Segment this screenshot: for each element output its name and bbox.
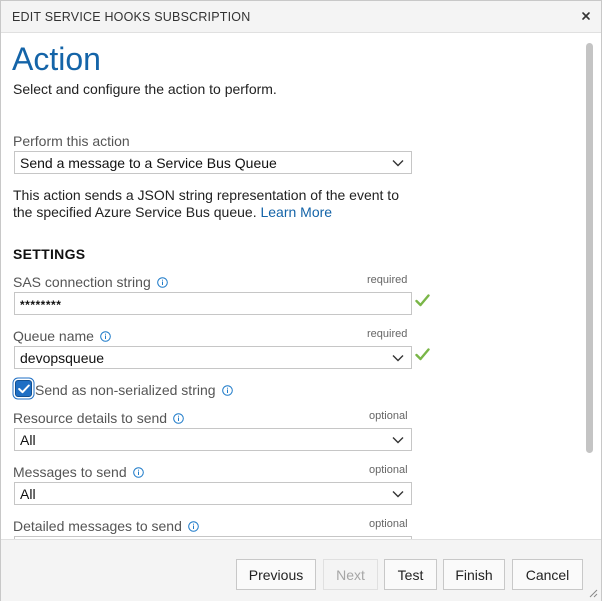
non-serialized-label: Send as non-serialized string bbox=[35, 382, 233, 398]
resource-details-label: Resource details to send bbox=[13, 410, 184, 426]
sas-label-text: SAS connection string bbox=[13, 274, 151, 290]
finish-button[interactable]: Finish bbox=[443, 559, 505, 590]
detailed-messages-label: Detailed messages to send bbox=[13, 518, 199, 534]
sas-requirement: required bbox=[367, 274, 408, 286]
detailed-messages-requirement: optional bbox=[369, 518, 408, 530]
dialog-title: EDIT SERVICE HOOKS SUBSCRIPTION bbox=[12, 10, 251, 24]
close-icon[interactable] bbox=[579, 9, 593, 23]
next-button[interactable]: Next bbox=[323, 559, 378, 590]
action-select-value: Send a message to a Service Bus Queue bbox=[20, 155, 277, 171]
valid-check-icon bbox=[415, 348, 430, 361]
sas-label: SAS connection string bbox=[13, 274, 168, 290]
learn-more-link[interactable]: Learn More bbox=[260, 204, 332, 220]
non-serialized-label-text: Send as non-serialized string bbox=[35, 382, 216, 398]
messages-requirement: optional bbox=[369, 464, 408, 476]
page-subtitle: Select and configure the action to perfo… bbox=[13, 81, 277, 97]
messages-label-text: Messages to send bbox=[13, 464, 127, 480]
info-icon[interactable] bbox=[188, 520, 199, 532]
info-icon[interactable] bbox=[221, 384, 233, 396]
queue-name-select[interactable]: devopsqueue bbox=[14, 346, 412, 369]
service-hooks-dialog: EDIT SERVICE HOOKS SUBSCRIPTION Action S… bbox=[0, 0, 602, 601]
test-button[interactable]: Test bbox=[384, 559, 437, 590]
action-select[interactable]: Send a message to a Service Bus Queue bbox=[14, 151, 412, 174]
cancel-button[interactable]: Cancel bbox=[512, 559, 583, 590]
info-icon[interactable] bbox=[173, 412, 184, 424]
action-description: This action sends a JSON string represen… bbox=[13, 187, 413, 221]
resource-details-value: All bbox=[20, 432, 36, 448]
content-scrollbar[interactable] bbox=[581, 34, 601, 539]
resource-details-select[interactable]: All bbox=[14, 428, 412, 451]
action-description-text: This action sends a JSON string represen… bbox=[13, 187, 399, 220]
valid-check-icon bbox=[415, 294, 430, 307]
messages-value: All bbox=[20, 486, 36, 502]
resize-grip-icon[interactable] bbox=[588, 588, 598, 598]
dialog-titlebar: EDIT SERVICE HOOKS SUBSCRIPTION bbox=[1, 1, 601, 33]
chevron-down-icon bbox=[392, 353, 404, 363]
dialog-footer: Previous Next Test Finish Cancel bbox=[1, 539, 601, 601]
messages-label: Messages to send bbox=[13, 464, 144, 480]
resource-details-requirement: optional bbox=[369, 410, 408, 422]
info-icon[interactable] bbox=[156, 276, 168, 288]
action-label: Perform this action bbox=[13, 133, 130, 149]
resource-details-label-text: Resource details to send bbox=[13, 410, 168, 426]
scrollbar-thumb[interactable] bbox=[586, 43, 593, 453]
page-title: Action bbox=[12, 41, 101, 77]
queue-label: Queue name bbox=[13, 328, 111, 344]
sas-connection-input[interactable]: ******** bbox=[14, 292, 412, 315]
info-icon[interactable] bbox=[100, 330, 111, 342]
chevron-down-icon bbox=[392, 489, 404, 499]
info-icon[interactable] bbox=[132, 466, 144, 478]
sas-connection-value: ******** bbox=[20, 298, 62, 312]
chevron-down-icon bbox=[392, 158, 404, 168]
queue-name-value: devopsqueue bbox=[20, 350, 105, 366]
detailed-messages-label-text: Detailed messages to send bbox=[13, 518, 182, 534]
queue-label-text: Queue name bbox=[13, 328, 94, 344]
previous-button[interactable]: Previous bbox=[236, 559, 316, 590]
messages-select[interactable]: All bbox=[14, 482, 412, 505]
queue-requirement: required bbox=[367, 328, 408, 340]
chevron-down-icon bbox=[392, 435, 404, 445]
non-serialized-checkbox[interactable] bbox=[15, 380, 32, 397]
settings-title: SETTINGS bbox=[13, 246, 86, 262]
dialog-content: Action Select and configure the action t… bbox=[1, 34, 601, 539]
